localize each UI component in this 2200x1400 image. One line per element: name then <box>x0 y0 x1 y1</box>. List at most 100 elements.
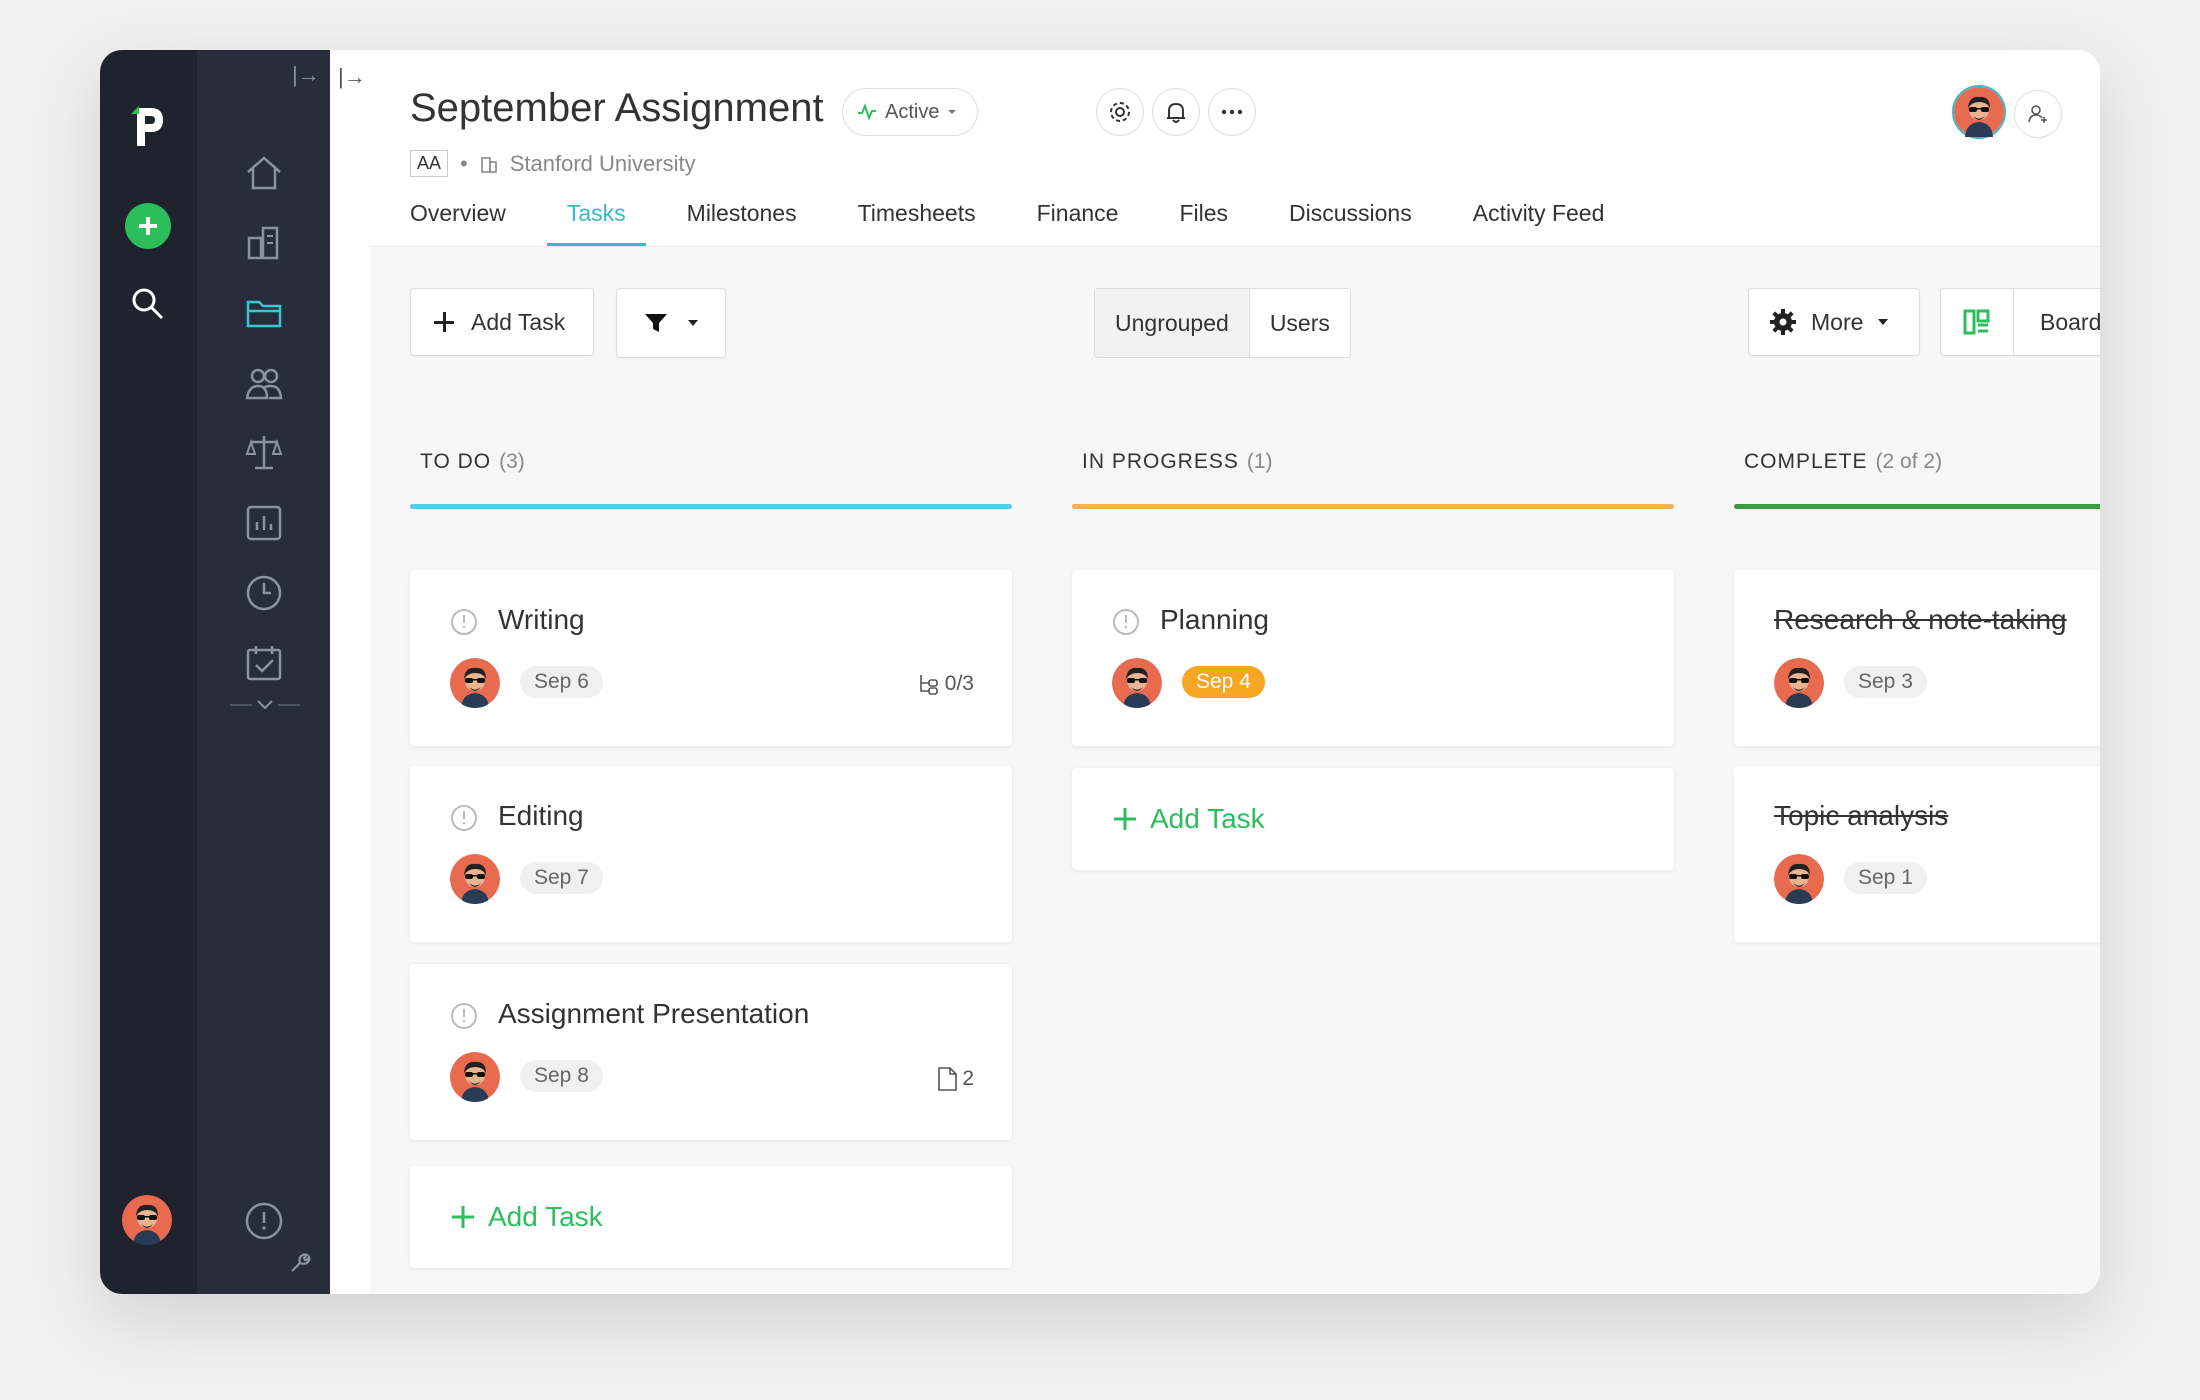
task-card[interactable]: Research & note-taking Sep 3 <box>1734 570 2100 746</box>
task-card[interactable]: Writing Sep 6 0/3 <box>410 570 1012 746</box>
calendar-check-icon[interactable] <box>241 640 287 686</box>
tab-discussions[interactable]: Discussions <box>1289 200 1412 243</box>
task-due-date[interactable]: Sep 6 <box>520 666 603 698</box>
activity-icon <box>858 103 876 121</box>
assignee-avatar[interactable] <box>450 854 500 904</box>
separator-dot: • <box>460 150 468 176</box>
assignee-avatar[interactable] <box>1774 658 1824 708</box>
column-color-bar <box>1734 504 2100 509</box>
tab-overview[interactable]: Overview <box>410 200 506 243</box>
bell-icon <box>1167 102 1185 123</box>
settings-button[interactable] <box>1096 88 1144 136</box>
filter-button[interactable] <box>616 288 726 358</box>
tab-milestones[interactable]: Milestones <box>687 200 797 243</box>
clock-icon[interactable] <box>241 570 287 616</box>
status-dropdown[interactable]: Active <box>842 88 979 136</box>
tab-activity-feed[interactable]: Activity Feed <box>1473 200 1605 243</box>
task-card[interactable]: Editing Sep 7 <box>410 766 1012 942</box>
tab-files[interactable]: Files <box>1179 200 1228 243</box>
panel-strip: |→ <box>330 50 371 1294</box>
people-icon[interactable] <box>241 360 287 406</box>
view-switcher[interactable]: Board <box>1940 288 2100 356</box>
task-name[interactable]: Editing <box>498 800 584 832</box>
notifications-button[interactable] <box>1152 88 1200 136</box>
task-due-date[interactable]: Sep 4 <box>1182 666 1265 698</box>
project-header: September Assignment Active AA • Stanfor… <box>370 50 2100 247</box>
tab-timesheets[interactable]: Timesheets <box>858 200 976 243</box>
task-due-date[interactable]: Sep 3 <box>1844 666 1927 698</box>
task-card[interactable]: Assignment Presentation Sep 8 2 <box>410 964 1012 1140</box>
app-logo-icon[interactable] <box>125 100 173 152</box>
wrench-icon[interactable] <box>289 1252 311 1279</box>
assignee-avatar[interactable] <box>450 1052 500 1102</box>
task-due-date[interactable]: Sep 7 <box>520 862 603 894</box>
main-content: September Assignment Active AA • Stanfor… <box>370 50 2100 1294</box>
more-button[interactable]: More <box>1748 288 1920 356</box>
assignee-avatar[interactable] <box>1774 854 1824 904</box>
column-color-bar <box>410 504 1012 509</box>
expand-menu-icon[interactable] <box>230 695 300 720</box>
more-options-button[interactable] <box>1208 88 1256 136</box>
task-name[interactable]: Writing <box>498 604 585 636</box>
scales-icon[interactable] <box>241 430 287 476</box>
column-todo: TO DO (3) Writing Sep 6 0/3 Editing Sep 7 <box>410 450 1012 1268</box>
subtasks-icon <box>919 675 938 695</box>
navigation-sidebar: |→ <box>197 50 330 1294</box>
tab-finance[interactable]: Finance <box>1037 200 1119 243</box>
more-label: More <box>1811 308 1864 335</box>
create-button[interactable] <box>125 203 171 249</box>
add-task-button[interactable]: Add Task <box>410 288 594 356</box>
file-count[interactable]: 2 <box>936 1066 974 1092</box>
board-view-icon <box>1941 289 2014 355</box>
caret-down-icon <box>948 110 957 114</box>
task-due-date[interactable]: Sep 8 <box>520 1060 603 1092</box>
assignee-avatar[interactable] <box>1112 658 1162 708</box>
group-users-button[interactable]: Users <box>1250 289 1350 357</box>
column-header: COMPLETE (2 of 2) <box>1744 450 1943 473</box>
filter-icon <box>645 314 667 332</box>
building-icon <box>480 156 497 173</box>
status-clock-icon[interactable] <box>1112 608 1140 636</box>
task-name[interactable]: Topic analysis <box>1774 800 1948 832</box>
client-link[interactable]: Stanford University <box>510 151 696 177</box>
task-due-date[interactable]: Sep 1 <box>1844 862 1927 894</box>
status-clock-icon[interactable] <box>450 1002 478 1030</box>
folder-icon[interactable] <box>241 290 287 336</box>
buildings-icon[interactable] <box>241 220 287 266</box>
chart-icon[interactable] <box>241 500 287 546</box>
add-member-button[interactable] <box>2014 90 2062 138</box>
user-avatar[interactable] <box>122 1195 172 1250</box>
collapse-sidebar-icon[interactable]: |→ <box>292 62 320 88</box>
project-tabs: Overview Tasks Milestones Timesheets Fin… <box>410 200 1665 246</box>
task-name[interactable]: Research & note-taking <box>1774 604 2067 636</box>
subtask-count[interactable]: 0/3 <box>917 672 974 696</box>
project-meta: AA • Stanford University <box>410 150 696 177</box>
status-clock-icon[interactable] <box>450 804 478 832</box>
member-avatar[interactable] <box>1952 85 2006 144</box>
add-task-card[interactable]: Add Task <box>410 1166 1012 1268</box>
project-initials: AA <box>410 150 449 177</box>
home-icon[interactable] <box>241 150 287 196</box>
task-name[interactable]: Assignment Presentation <box>498 998 809 1030</box>
add-task-card[interactable]: Add Task <box>1072 768 1674 870</box>
task-card[interactable]: Planning Sep 4 <box>1072 570 1674 746</box>
column-complete: COMPLETE (2 of 2) Research & note-taking … <box>1734 450 2100 942</box>
expand-panel-icon[interactable]: |→ <box>338 64 366 90</box>
search-icon <box>132 288 164 320</box>
status-clock-icon[interactable] <box>450 608 478 636</box>
view-label: Board <box>2040 308 2100 335</box>
task-name[interactable]: Planning <box>1160 604 1269 636</box>
file-icon <box>938 1067 958 1091</box>
status-label: Active <box>885 100 940 123</box>
search-button[interactable] <box>129 285 167 328</box>
task-card[interactable]: Topic analysis Sep 1 <box>1734 766 2100 942</box>
page-title: September Assignment <box>410 86 824 130</box>
ellipsis-icon <box>1221 109 1243 115</box>
help-icon[interactable] <box>241 1198 287 1244</box>
column-color-bar <box>1072 504 1674 509</box>
gear-icon <box>1110 102 1130 122</box>
assignee-avatar[interactable] <box>450 658 500 708</box>
group-ungrouped-button[interactable]: Ungrouped <box>1095 289 1250 357</box>
caret-down-icon <box>688 320 698 326</box>
tab-tasks[interactable]: Tasks <box>546 200 646 246</box>
